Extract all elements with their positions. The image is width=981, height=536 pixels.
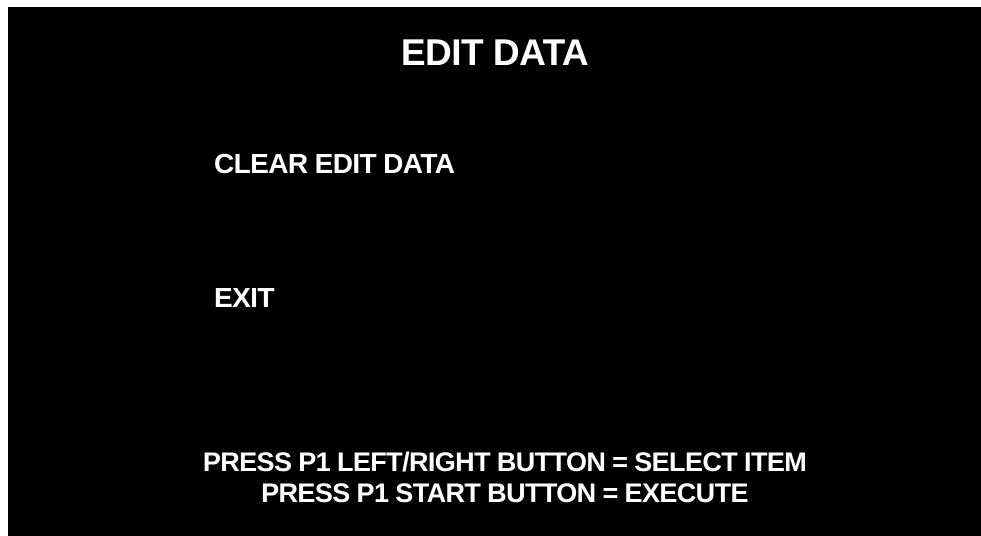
instruction-select-item: PRESS P1 LEFT/RIGHT BUTTON = SELECT ITEM [202, 447, 807, 477]
instruction-execute: PRESS P1 START BUTTON = EXECUTE [261, 478, 748, 508]
edit-data-screen: EDIT DATA CLEAR EDIT DATA EXIT PRESS P1 … [8, 7, 981, 536]
menu-item-clear-edit-data[interactable]: CLEAR EDIT DATA [214, 148, 455, 180]
control-instructions: PRESS P1 LEFT/RIGHT BUTTON = SELECT ITEM… [8, 447, 981, 509]
menu-item-exit[interactable]: EXIT [214, 282, 274, 314]
page-title: EDIT DATA [400, 32, 589, 73]
